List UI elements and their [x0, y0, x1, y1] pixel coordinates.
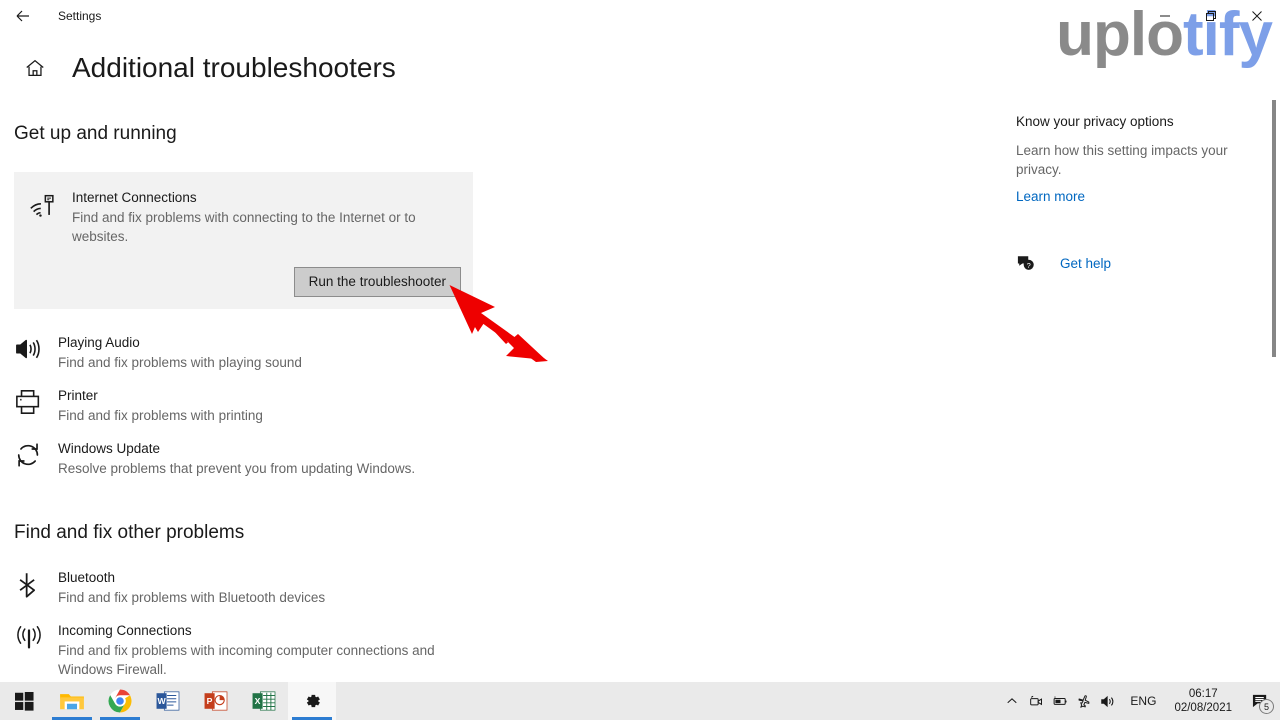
- troubleshooter-description: Find and fix problems with Bluetooth dev…: [58, 590, 326, 605]
- bluetooth-icon: [14, 568, 58, 607]
- troubleshooter-description: Find and fix problems with incoming comp…: [58, 643, 435, 677]
- troubleshooter-item-playing-audio[interactable]: Playing Audio Find and fix problems with…: [14, 333, 484, 372]
- taskbar-item-powerpoint[interactable]: P: [192, 682, 240, 720]
- clock-date: 02/08/2021: [1174, 702, 1232, 714]
- troubleshooter-name: Windows Update: [58, 441, 161, 456]
- maximize-button[interactable]: [1188, 0, 1234, 32]
- troubleshooter-name: Internet Connections: [72, 190, 197, 205]
- taskbar-item-file-explorer[interactable]: [48, 682, 96, 720]
- privacy-panel-title: Know your privacy options: [1016, 114, 1174, 129]
- clock-time: 06:17: [1188, 688, 1218, 700]
- chevron-up-icon[interactable]: [1000, 682, 1024, 720]
- taskbar-item-start[interactable]: [0, 682, 48, 720]
- internet-connections-icon: [28, 188, 72, 246]
- troubleshooter-description: Resolve problems that prevent you from u…: [58, 461, 416, 476]
- system-tray: ENG 06:17 02/08/2021 5: [1000, 682, 1280, 720]
- incoming-connections-icon: [14, 621, 58, 679]
- section-title-get-up-and-running: Get up and running: [14, 123, 177, 144]
- input-language[interactable]: ENG: [1120, 694, 1166, 708]
- section-title-find-and-fix-other-problems: Find and fix other problems: [14, 522, 245, 543]
- home-button[interactable]: [20, 53, 50, 83]
- help-bubble-icon: ?: [1016, 254, 1044, 272]
- settings-gear-icon: [306, 694, 320, 708]
- troubleshooter-item-bluetooth[interactable]: Bluetooth Find and fix problems with Blu…: [14, 568, 484, 607]
- taskbar: W P X ENG 06:17 02/08/2021 5: [0, 682, 1280, 720]
- svg-text:W: W: [157, 696, 166, 706]
- camera-icon[interactable]: [1024, 682, 1048, 720]
- minimize-button[interactable]: [1142, 0, 1188, 32]
- volume-icon[interactable]: [1096, 682, 1120, 720]
- home-icon: [26, 59, 44, 76]
- right-info-panel: Know your privacy options Learn how this…: [1016, 112, 1256, 272]
- close-icon: [1252, 11, 1262, 21]
- troubleshooter-name: Bluetooth: [58, 570, 116, 585]
- troubleshooter-item-incoming-connections[interactable]: Incoming Connections Find and fix proble…: [14, 621, 484, 679]
- troubleshooter-name: Playing Audio: [58, 335, 140, 350]
- back-arrow-icon: [16, 10, 29, 22]
- powerpoint-icon: P: [204, 691, 228, 711]
- taskbar-item-word[interactable]: W: [144, 682, 192, 720]
- troubleshooter-description: Find and fix problems with playing sound: [58, 355, 302, 370]
- battery-icon[interactable]: [1048, 682, 1072, 720]
- troubleshooter-description: Find and fix problems with printing: [58, 408, 263, 423]
- scrollbar-thumb[interactable]: [1272, 100, 1276, 357]
- troubleshooter-item-windows-update[interactable]: Windows Update Resolve problems that pre…: [14, 439, 484, 478]
- troubleshooter-description: Find and fix problems with connecting to…: [72, 210, 416, 244]
- notification-badge: 5: [1259, 699, 1274, 714]
- file-explorer-icon: [60, 694, 84, 710]
- taskbar-item-settings[interactable]: [288, 682, 336, 720]
- windows-update-icon: [14, 439, 58, 478]
- settings-window: uplotify Settings Additional troubleshoo…: [0, 0, 1280, 720]
- privacy-panel-description: Learn how this setting impacts your priv…: [1016, 143, 1228, 177]
- page-title: Additional troubleshooters: [72, 52, 396, 83]
- svg-text:X: X: [255, 696, 261, 706]
- svg-text:P: P: [207, 696, 213, 706]
- playing-audio-icon: [14, 333, 58, 372]
- page-header: Additional troubleshooters: [20, 52, 396, 84]
- taskbar-item-google-chrome[interactable]: [96, 682, 144, 720]
- main-content: Get up and running Internet Connections …: [0, 104, 1000, 682]
- troubleshooter-item-printer[interactable]: Printer Find and fix problems with print…: [14, 386, 484, 425]
- windows-start-icon: [14, 691, 34, 711]
- window-title: Settings: [58, 9, 102, 23]
- learn-more-link[interactable]: Learn more: [1016, 189, 1085, 204]
- troubleshooter-name: Printer: [58, 388, 98, 403]
- close-button[interactable]: [1234, 0, 1280, 32]
- title-bar: Settings: [0, 0, 1280, 32]
- get-help-link[interactable]: ? Get help: [1016, 254, 1256, 272]
- back-button[interactable]: [0, 0, 46, 32]
- window-controls: [1142, 0, 1280, 32]
- troubleshooter-card-internet-connections[interactable]: Internet Connections Find and fix proble…: [14, 172, 473, 309]
- word-icon: W: [156, 691, 180, 711]
- printer-icon: [14, 386, 58, 425]
- taskbar-item-excel[interactable]: X: [240, 682, 288, 720]
- run-the-troubleshooter-button[interactable]: Run the troubleshooter: [293, 267, 461, 297]
- vertical-scrollbar[interactable]: [1266, 32, 1280, 682]
- notification-center-button[interactable]: 5: [1240, 682, 1280, 720]
- excel-icon: X: [252, 691, 276, 711]
- svg-text:?: ?: [1027, 261, 1031, 270]
- airplane-mode-icon[interactable]: [1072, 682, 1096, 720]
- restore-icon: [1206, 11, 1216, 21]
- minimize-icon: [1160, 15, 1170, 17]
- get-help-label: Get help: [1060, 255, 1112, 271]
- troubleshooter-name: Incoming Connections: [58, 623, 192, 638]
- google-chrome-icon: [108, 689, 132, 713]
- clock[interactable]: 06:17 02/08/2021: [1166, 687, 1240, 715]
